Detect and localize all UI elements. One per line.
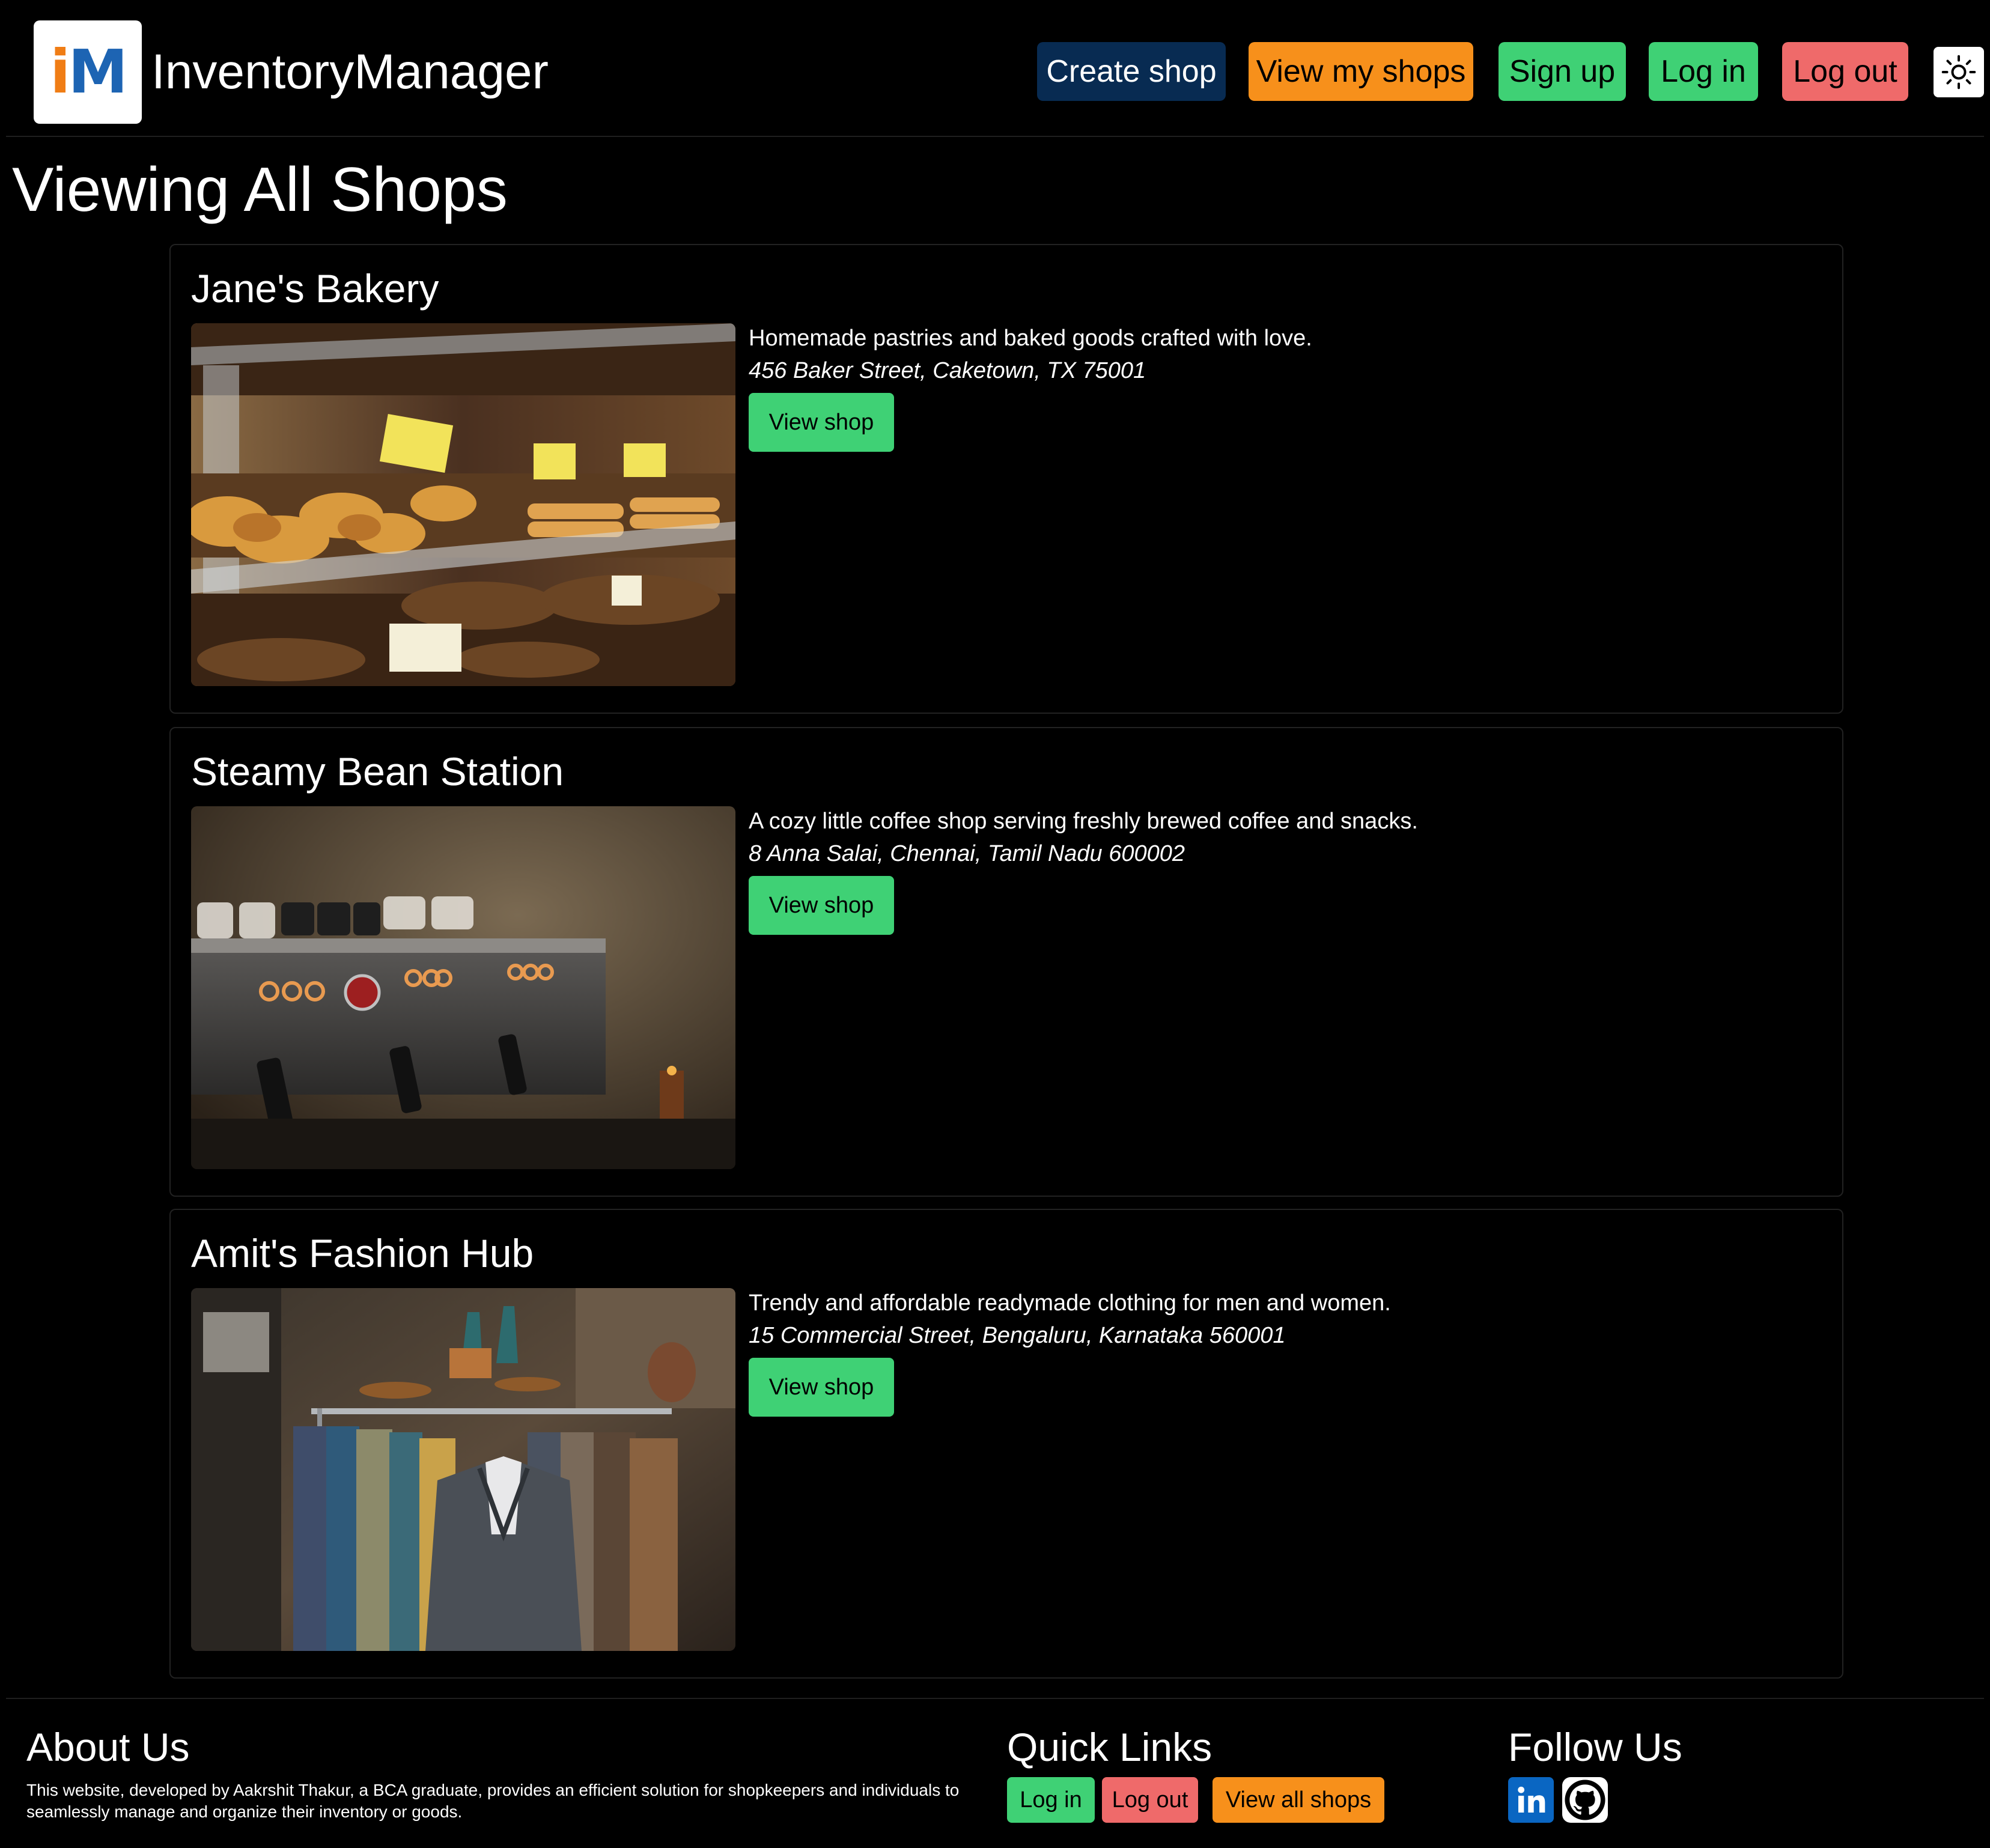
shop-address: 456 Baker Street, Caketown, TX 75001	[749, 358, 1146, 383]
log-out-button[interactable]: Log out	[1782, 42, 1908, 101]
view-shop-button[interactable]: View shop	[749, 876, 894, 935]
footer: About Us This website, developed by Aakr…	[6, 1698, 1984, 1848]
view-shop-button[interactable]: View shop	[749, 393, 894, 452]
shop-name: Amit's Fashion Hub	[191, 1231, 534, 1275]
brand-name[interactable]: InventoryManager	[151, 42, 549, 102]
linkedin-icon	[1518, 1786, 1545, 1813]
sun-icon	[1941, 55, 1976, 90]
shop-description: Trendy and affordable readymade clothing…	[749, 1290, 1391, 1316]
page-title: Viewing All Shops	[12, 155, 508, 225]
shop-address: 15 Commercial Street, Bengaluru, Karnata…	[749, 1323, 1286, 1348]
shop-image	[191, 1288, 735, 1651]
quick-links-heading: Quick Links	[1007, 1725, 1213, 1769]
about-text: This website, developed by Aakrshit Thak…	[26, 1781, 960, 1821]
shop-card: Amit's Fashion Hub Trendy and affordable…	[169, 1209, 1843, 1679]
footer-log-out-button[interactable]: Log out	[1102, 1777, 1198, 1823]
follow-us-heading: Follow Us	[1508, 1725, 1682, 1769]
navbar: iM InventoryManager Create shop View my …	[6, 0, 1984, 137]
theme-toggle-button[interactable]	[1934, 47, 1984, 97]
shop-name: Steamy Bean Station	[191, 749, 564, 794]
shop-image	[191, 806, 735, 1169]
sign-up-button[interactable]: Sign up	[1499, 42, 1626, 101]
shop-image	[191, 323, 735, 686]
create-shop-button[interactable]: Create shop	[1037, 42, 1226, 101]
footer-log-in-button[interactable]: Log in	[1007, 1777, 1095, 1823]
shop-description: A cozy little coffee shop serving freshl…	[749, 809, 1418, 834]
shop-name: Jane's Bakery	[191, 266, 439, 311]
logo-mark: iM	[50, 37, 128, 107]
log-in-button[interactable]: Log in	[1649, 42, 1758, 101]
shop-address: 8 Anna Salai, Chennai, Tamil Nadu 600002	[749, 841, 1185, 866]
view-shop-button[interactable]: View shop	[749, 1358, 894, 1417]
view-my-shops-button[interactable]: View my shops	[1249, 42, 1473, 101]
about-heading: About Us	[26, 1725, 190, 1769]
logo[interactable]: iM	[34, 20, 142, 124]
github-link[interactable]	[1562, 1777, 1608, 1823]
shop-card: Steamy Bean Station A cozy little coffee…	[169, 727, 1843, 1197]
view-all-shops-button[interactable]: View all shops	[1213, 1777, 1384, 1823]
github-icon	[1565, 1780, 1605, 1820]
shop-description: Homemade pastries and baked goods crafte…	[749, 326, 1312, 351]
linkedin-link[interactable]	[1508, 1777, 1554, 1823]
shop-card: Jane's Bakery Homemade pastries and bake…	[169, 244, 1843, 714]
